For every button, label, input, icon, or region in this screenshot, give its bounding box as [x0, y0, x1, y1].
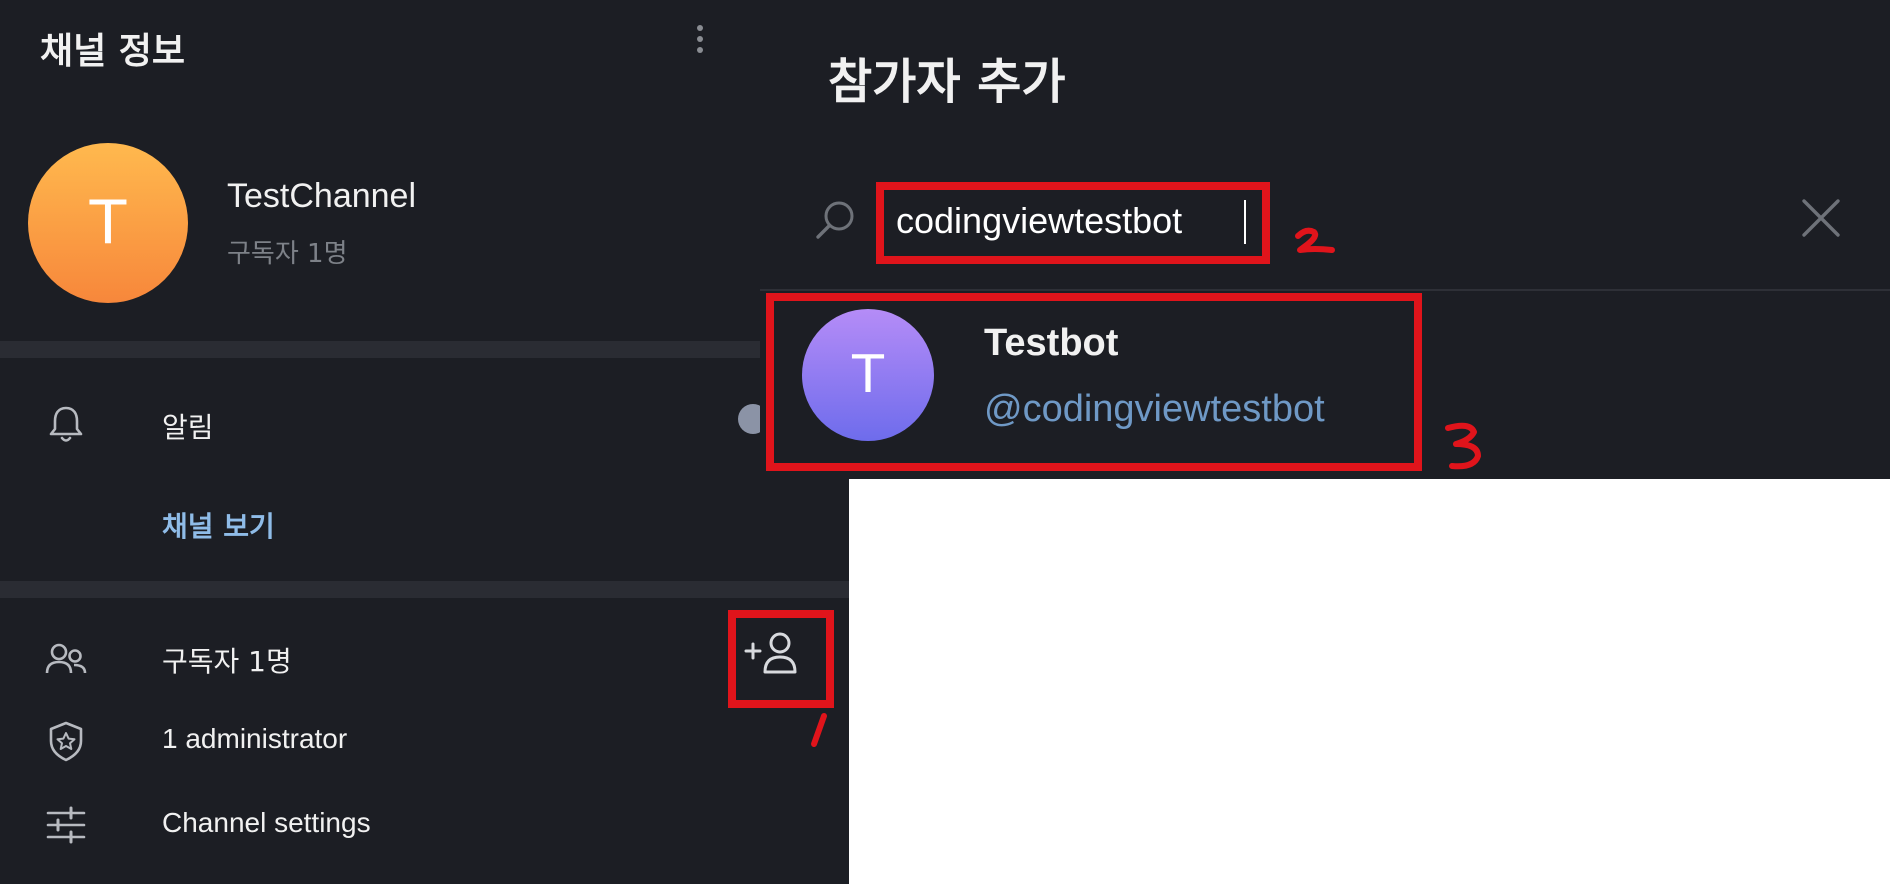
more-vertical-icon[interactable]: [690, 25, 710, 65]
administrators-label[interactable]: 1 administrator: [162, 723, 347, 755]
section-divider: [0, 341, 760, 358]
sliders-icon: [46, 806, 86, 844]
search-icon: [816, 201, 854, 239]
channel-settings-label[interactable]: Channel settings: [162, 807, 371, 839]
panel-title: 채널 정보: [40, 31, 186, 72]
bell-icon: [49, 406, 83, 442]
section-divider: [0, 581, 849, 598]
step-number-1: 1: [811, 713, 827, 747]
highlight-box-step-3: [766, 293, 1422, 471]
channel-name: TestChannel: [227, 177, 417, 215]
channel-info-panel: 채널 정보 T TestChannel 구독자 1명 알림 채널 보기 구독자 …: [0, 0, 849, 884]
view-channel-link[interactable]: 채널 보기: [162, 505, 275, 545]
channel-subscriber-count: 구독자 1명: [227, 239, 348, 269]
search-divider: [760, 289, 1890, 291]
dialog-title: 참가자 추가: [828, 54, 1066, 110]
channel-avatar: T: [28, 143, 188, 303]
users-icon: [45, 643, 87, 674]
notifications-label[interactable]: 알림: [162, 406, 214, 446]
highlight-box-step-2: [876, 182, 1270, 264]
step-number-2: 2: [1295, 227, 1335, 253]
subscribers-label[interactable]: 구독자 1명: [162, 640, 292, 680]
step-number-3: 3: [1445, 422, 1481, 470]
highlight-box-step-1: [728, 610, 834, 708]
close-icon[interactable]: [1800, 197, 1842, 239]
shield-star-icon: [49, 721, 83, 762]
